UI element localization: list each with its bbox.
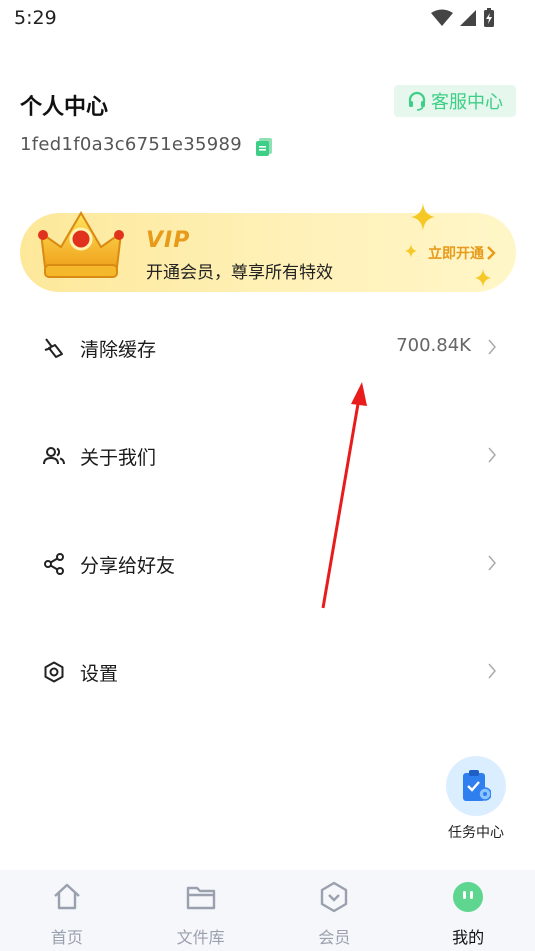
nav-label: 文件库 [176, 928, 225, 947]
folder-icon [186, 886, 215, 910]
profile-face-icon [453, 882, 484, 912]
nav-membership[interactable]: 会员 [268, 870, 402, 951]
copy-icon[interactable] [255, 137, 273, 157]
sparkle-icon [411, 203, 435, 231]
customer-service-button[interactable]: 客服中心 [394, 85, 516, 117]
settings-icon [44, 661, 64, 683]
menu-item-clear-cache[interactable]: 清除缓存 700.84K [0, 318, 535, 378]
chevron-right-icon [487, 246, 496, 260]
share-icon [44, 553, 64, 575]
sparkle-icon [475, 268, 491, 288]
chevron-right-icon [488, 663, 496, 679]
task-center-button[interactable]: 任务中心 [444, 756, 508, 846]
nav-home[interactable]: 首页 [0, 870, 134, 951]
vip-open-label: 立即开通 [428, 246, 484, 262]
status-icons [431, 8, 495, 28]
task-center-circle [446, 756, 506, 816]
clipboard-icon [463, 770, 491, 801]
task-center-label: 任务中心 [448, 825, 504, 841]
customer-service-label: 客服中心 [431, 92, 503, 113]
nav-mine[interactable]: 我的 [401, 870, 535, 951]
nav-label: 首页 [50, 928, 83, 947]
bottom-nav: 首页 文件库 会员 我的 [0, 870, 535, 951]
sparkle-icon [405, 244, 417, 258]
menu-item-label: 分享给好友 [80, 555, 176, 577]
menu-item-label: 设置 [80, 663, 119, 685]
menu-item-about-us[interactable]: 关于我们 [0, 426, 535, 486]
menu-item-label: 清除缓存 [80, 339, 157, 361]
page-title: 个人中心 [20, 95, 109, 120]
status-time: 5:29 [14, 7, 57, 29]
crown-icon [38, 211, 124, 278]
chevron-right-icon [488, 339, 496, 355]
signal-icon [460, 10, 476, 26]
broom-icon [44, 338, 63, 358]
users-icon [43, 447, 65, 465]
vip-description: 开通会员，尊享所有特效 [146, 263, 333, 283]
home-icon [54, 883, 80, 910]
vip-badge-label: VIP [146, 228, 191, 253]
headset-icon [408, 91, 426, 111]
cache-size-value: 700.84K [396, 335, 471, 356]
menu-item-label: 关于我们 [80, 447, 157, 469]
shield-icon [321, 881, 348, 913]
nav-label: 会员 [318, 928, 351, 947]
battery-charging-icon [484, 8, 494, 27]
menu-item-settings[interactable]: 设置 [0, 642, 535, 702]
wifi-icon [431, 9, 453, 26]
menu-item-share[interactable]: 分享给好友 [0, 534, 535, 594]
nav-file-library[interactable]: 文件库 [134, 870, 268, 951]
chevron-right-icon [488, 555, 496, 571]
nav-label: 我的 [452, 928, 485, 947]
chevron-right-icon [488, 447, 496, 463]
vip-open-button[interactable]: 立即开通 [428, 243, 496, 263]
user-id: 1fed1f0a3c6751e35989 [20, 134, 243, 155]
